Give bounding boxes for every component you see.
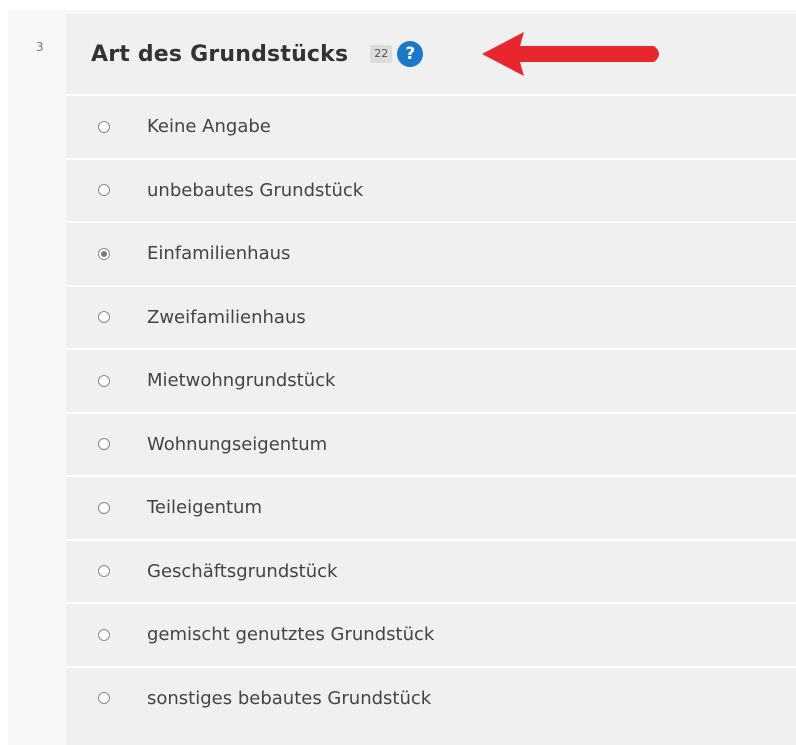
option-row[interactable]: Geschäftsgrundstück [66, 538, 796, 603]
question-circle-icon[interactable]: ? [397, 41, 424, 67]
option-label[interactable]: Mietwohngrundstück [147, 370, 335, 391]
option-label[interactable]: unbebautes Grundstück [147, 180, 363, 201]
question-panel: Art des Grundstücks 22 ? Keine Angabe unb… [66, 14, 796, 745]
option-row[interactable]: unbebautes Grundstück [66, 157, 796, 222]
option-row[interactable]: Mietwohngrundstück [66, 348, 796, 412]
option-label[interactable]: gemischt genutztes Grundstück [147, 624, 434, 645]
option-label[interactable]: Einfamilienhaus [147, 243, 290, 264]
question-header: Art des Grundstücks 22 ? [66, 14, 796, 94]
radio-button[interactable] [98, 120, 110, 133]
radio-button[interactable] [98, 374, 110, 387]
option-row[interactable]: Zweifamilienhaus [66, 284, 796, 349]
option-row[interactable]: Einfamilienhaus [66, 221, 796, 285]
option-list: Keine Angabe unbebautes Grundstück Einfami… [66, 94, 796, 729]
option-row[interactable]: Teileigentum [66, 475, 796, 539]
radio-button-selected[interactable] [98, 247, 110, 260]
radio-button[interactable] [98, 692, 110, 705]
option-label[interactable]: Keine Angabe [147, 116, 271, 137]
option-label[interactable]: Zweifamilienhaus [147, 307, 306, 328]
option-row[interactable]: sonstiges bebautes Grundstück [66, 665, 796, 730]
radio-button[interactable] [98, 501, 110, 514]
question-number: 3 [36, 40, 44, 54]
field-id-badge: 22 [370, 45, 393, 63]
option-row[interactable]: Wohnungseigentum [66, 411, 796, 476]
option-row[interactable]: Keine Angabe [66, 94, 796, 158]
option-label[interactable]: Geschäftsgrundstück [147, 561, 337, 582]
option-label[interactable]: Wohnungseigentum [147, 434, 327, 455]
question-title: Art des Grundstücks [91, 41, 349, 67]
radio-button[interactable] [98, 184, 110, 197]
option-label[interactable]: sonstiges bebautes Grundstück [147, 688, 431, 709]
radio-button[interactable] [98, 311, 110, 324]
red-arrow-annotation [482, 32, 659, 76]
option-label[interactable]: Teileigentum [147, 497, 262, 518]
option-row[interactable]: gemischt genutztes Grundstück [66, 602, 796, 666]
radio-button[interactable] [98, 438, 110, 451]
radio-button[interactable] [98, 565, 110, 578]
radio-button[interactable] [98, 628, 110, 641]
